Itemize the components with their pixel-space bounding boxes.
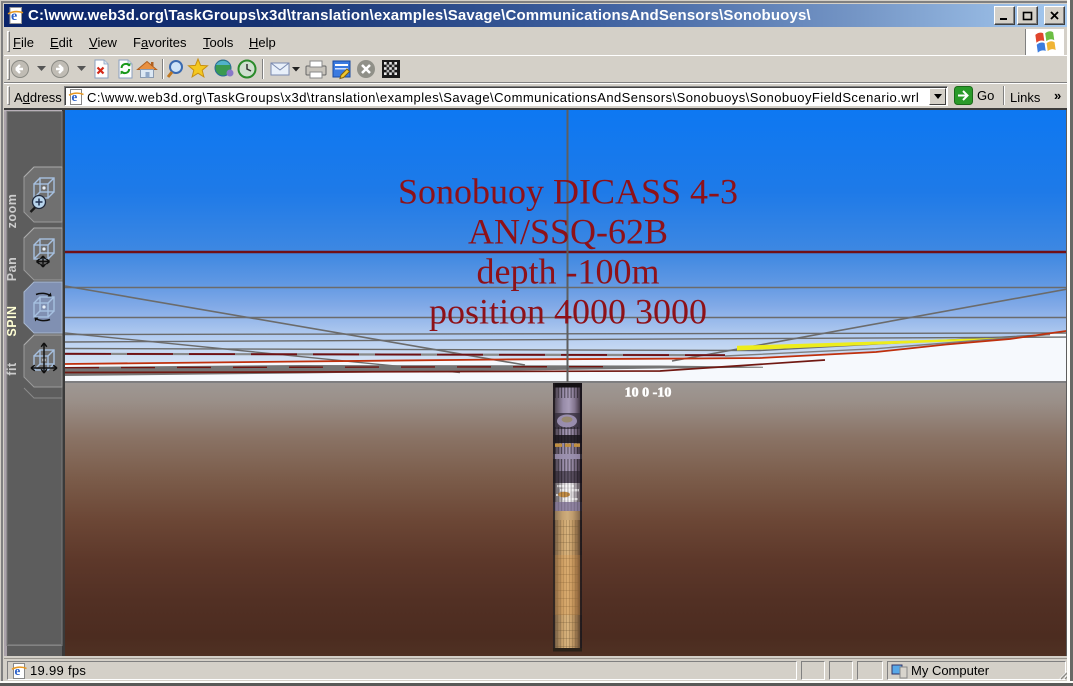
svg-text:Pan: Pan <box>5 257 19 281</box>
svg-text:SPIN: SPIN <box>5 305 19 336</box>
svg-text:10 0 -10: 10 0 -10 <box>625 386 672 401</box>
svg-text:AN/SSQ-62B: AN/SSQ-62B <box>468 212 668 252</box>
svg-text:position 4000 3000: position 4000 3000 <box>429 292 707 332</box>
svg-text:zoom: zoom <box>5 194 19 229</box>
svg-text:fit: fit <box>5 362 19 376</box>
svg-text:depth -100m: depth -100m <box>477 252 660 292</box>
svg-text:e: e <box>72 89 78 104</box>
svg-text:Sonobuoy DICASS 4-3: Sonobuoy DICASS 4-3 <box>398 172 738 212</box>
svg-text:e: e <box>15 663 21 678</box>
